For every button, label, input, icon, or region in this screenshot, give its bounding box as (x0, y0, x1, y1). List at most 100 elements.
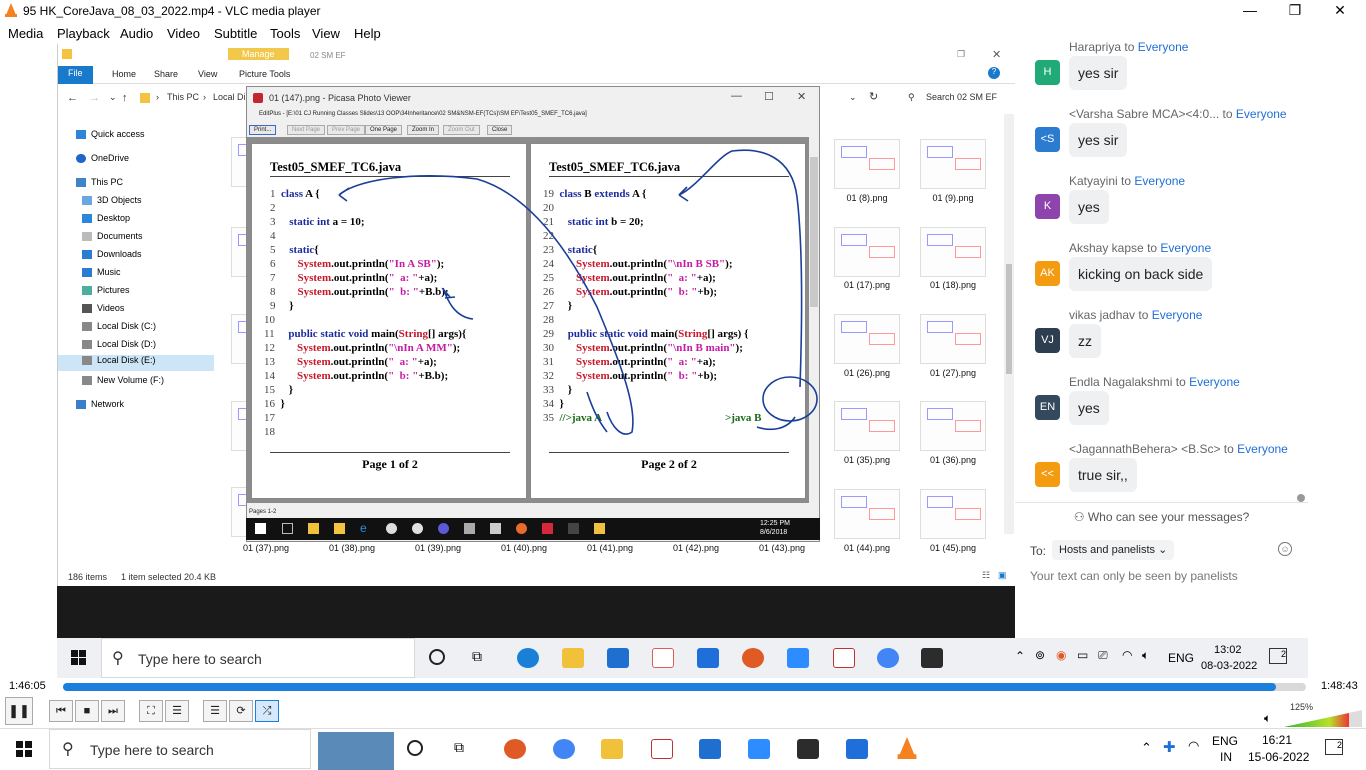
thumbnails-view-icon[interactable]: ▣ (998, 570, 1007, 581)
windows-start-icon[interactable] (16, 741, 32, 762)
record-icon[interactable]: ◉ (1056, 648, 1066, 662)
back-arrow-icon[interactable]: ← (67, 92, 78, 104)
nav-quick-access[interactable]: Quick access (76, 129, 145, 145)
file-thumbnail[interactable] (920, 314, 986, 364)
file-thumbnail[interactable] (231, 227, 292, 277)
file-thumbnail[interactable] (834, 314, 900, 364)
menu-view[interactable]: View (312, 26, 340, 41)
menu-playback[interactable]: Playback (57, 26, 110, 41)
add-icon[interactable]: ✚ (1163, 738, 1176, 756)
wifi-icon[interactable]: ◠ (1122, 648, 1132, 662)
explorer-search-input[interactable]: Search 02 SM EF (926, 92, 997, 102)
nav-videos[interactable]: Videos (82, 303, 124, 319)
nav-local-disk-c[interactable]: Local Disk (C:) (82, 321, 156, 337)
scrollbar[interactable] (1004, 114, 1014, 534)
clock-date[interactable]: 15-06-2022 (1248, 750, 1309, 764)
menu-subtitle[interactable]: Subtitle (214, 26, 257, 41)
mail-icon[interactable] (697, 648, 719, 668)
loop-button[interactable]: ⟳ (229, 700, 253, 722)
stop-button[interactable]: ■ (75, 700, 99, 722)
clock-date[interactable]: 08-03-2022 (1201, 660, 1257, 672)
previous-button[interactable]: ⏮ (49, 700, 73, 722)
chevron-up-icon[interactable]: ⌃ (1015, 649, 1025, 663)
notification-icon[interactable]: 2 (1269, 648, 1287, 664)
file-thumbnail[interactable] (231, 487, 292, 537)
taskbar-search-box[interactable]: ⚲ Type here to search (101, 638, 415, 678)
zoom-icon[interactable] (787, 648, 809, 668)
fullscreen-button[interactable]: ⛶ (139, 700, 163, 722)
store-icon[interactable] (699, 739, 721, 759)
scroll-indicator[interactable] (1297, 494, 1305, 502)
explorer-close-icon[interactable]: ✕ (992, 48, 1001, 61)
nav-onedrive[interactable]: OneDrive (76, 153, 129, 169)
menu-help[interactable]: Help (354, 26, 381, 41)
record-icon[interactable] (504, 739, 526, 759)
ribbon-view[interactable]: View (198, 69, 217, 79)
up-arrow-icon[interactable]: ↑ (122, 92, 128, 104)
tray-icon[interactable]: ▭ (1077, 648, 1088, 662)
file-thumbnail[interactable] (231, 314, 292, 364)
volume-slider[interactable] (1284, 710, 1362, 728)
file-thumbnail[interactable] (920, 401, 986, 451)
ribbon-picture-tools[interactable]: Picture Tools (239, 69, 290, 79)
next-button[interactable]: ⏭ (101, 700, 125, 722)
address-dropdown-icon[interactable]: ⌄ (849, 92, 857, 103)
clock-time[interactable]: 16:21 (1262, 733, 1292, 747)
refresh-icon[interactable]: ↻ (869, 90, 878, 103)
volume-control[interactable]: 🔈︎ 125% (1264, 702, 1362, 727)
chrome-icon[interactable] (553, 739, 575, 759)
cortana-icon[interactable] (407, 740, 423, 756)
nav-network[interactable]: Network (76, 399, 124, 415)
snipping-tool-icon[interactable] (833, 648, 855, 668)
ribbon-share[interactable]: Share (154, 69, 178, 79)
task-view-icon[interactable]: ⧉ (454, 739, 464, 756)
seek-slider[interactable] (63, 683, 1306, 691)
clock-time[interactable]: 13:02 (1214, 644, 1242, 656)
file-thumbnail[interactable] (231, 401, 292, 451)
menu-audio[interactable]: Audio (120, 26, 153, 41)
explorer-restore-icon[interactable]: ❐ (957, 49, 965, 60)
chrome-icon[interactable] (877, 648, 899, 668)
snipping-tool-icon[interactable] (651, 739, 673, 759)
language-indicator[interactable]: ENG (1168, 651, 1194, 665)
taskbar-search-box[interactable]: ⚲ Type here to search (49, 729, 394, 770)
file-explorer-icon[interactable] (601, 739, 623, 759)
breadcrumb-this-pc[interactable]: This PC (167, 92, 199, 102)
emoji-icon[interactable]: ☺ (1278, 542, 1292, 556)
display-icon[interactable]: ⎚ (1098, 648, 1108, 663)
vlc-icon[interactable] (896, 737, 918, 764)
gift-icon[interactable] (652, 648, 674, 668)
chevron-up-icon[interactable]: ⌃ (1141, 740, 1152, 756)
wifi-icon[interactable]: ◠ (1188, 738, 1199, 754)
tray-icon[interactable]: ⊚ (1035, 648, 1045, 662)
help-icon[interactable]: ? (988, 67, 1000, 79)
task-view-icon[interactable]: ⧉ (472, 648, 482, 665)
file-explorer-icon[interactable] (562, 648, 584, 668)
details-view-icon[interactable]: ☷ (982, 570, 990, 581)
recipient-select[interactable]: Hosts and panelists ⌄ (1052, 540, 1175, 560)
scrollbar-thumb[interactable] (1006, 264, 1012, 374)
nav-local-disk-d[interactable]: Local Disk (D:) (82, 339, 156, 355)
playlist-button[interactable]: ☰ (203, 700, 227, 722)
chevron-down-icon[interactable]: ⌄ (109, 92, 117, 103)
close-button[interactable]: ✕ (1320, 2, 1360, 19)
file-thumbnail[interactable] (920, 227, 986, 277)
menu-video[interactable]: Video (167, 26, 200, 41)
language-region[interactable]: IN (1220, 750, 1232, 764)
chat-input[interactable]: Your text can only be seen by panelists (1030, 569, 1238, 583)
photos-icon[interactable] (846, 739, 868, 759)
nav-pictures[interactable]: Pictures (82, 285, 130, 301)
file-thumbnail[interactable] (834, 489, 900, 539)
nav-music[interactable]: Music (82, 267, 121, 283)
manage-tab[interactable]: Manage (228, 48, 289, 60)
nav-3d-objects[interactable]: 3D Objects (82, 195, 142, 211)
file-thumbnail[interactable] (834, 139, 900, 189)
file-thumbnail[interactable] (231, 137, 292, 187)
ribbon-file[interactable]: File (58, 66, 93, 84)
nav-documents[interactable]: Documents (82, 231, 143, 247)
record-icon[interactable] (742, 648, 764, 668)
nav-this-pc[interactable]: This PC (76, 177, 123, 193)
notification-icon[interactable]: 2 (1325, 739, 1343, 755)
sticky-notes-icon[interactable] (921, 648, 943, 668)
menu-media[interactable]: Media (8, 26, 43, 41)
